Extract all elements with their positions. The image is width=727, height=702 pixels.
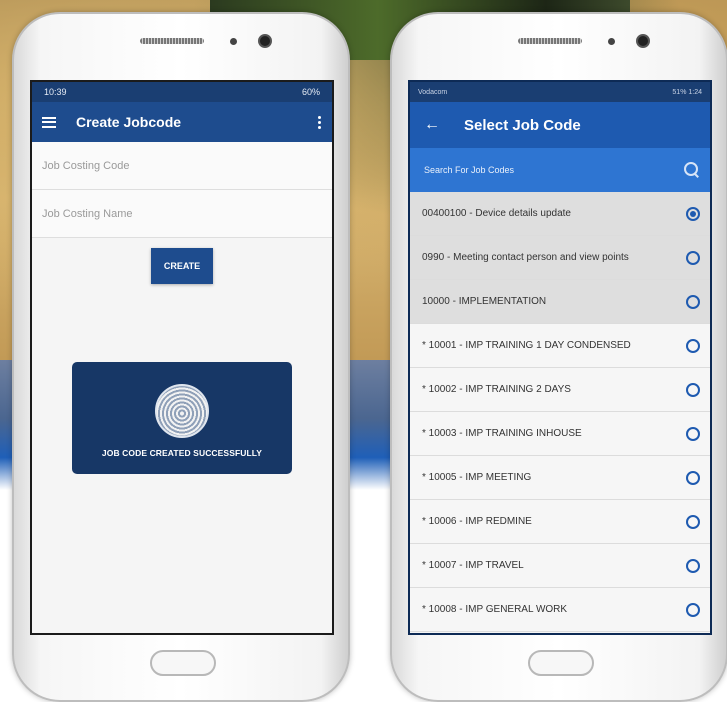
create-button[interactable]: CREATE (151, 248, 213, 284)
job-code-label: * 10003 - IMP TRAINING INHOUSE (422, 428, 582, 439)
status-bar: Vodacom 51% 1:24 (410, 82, 710, 102)
radio-unselected-icon[interactable] (686, 382, 700, 397)
job-code-row[interactable]: * 10006 - IMP REDMINE (410, 500, 710, 544)
search-icon[interactable] (684, 162, 700, 178)
speaker-grille (518, 38, 582, 44)
job-code-label: 0990 - Meeting contact person and view p… (422, 252, 629, 263)
job-code-label: * 10006 - IMP REDMINE (422, 516, 532, 527)
sensor-dot (230, 38, 237, 45)
job-costing-code-field (32, 142, 332, 190)
front-camera (636, 34, 650, 48)
status-battery: 60% (301, 87, 320, 97)
job-code-label: * 10008 - IMP GENERAL WORK (422, 604, 568, 615)
page-title: Create Jobcode (76, 114, 182, 130)
page-title: Select Job Code (464, 116, 581, 134)
radio-unselected-icon[interactable] (686, 470, 700, 485)
home-button[interactable] (150, 650, 216, 676)
job-code-label: * 10005 - IMP MEETING (422, 472, 532, 483)
fingerprint-icon (155, 384, 209, 438)
screen-create-jobcode: 10:39 60% Create Jobcode CREATE JOB CODE… (30, 80, 334, 635)
toast-message: JOB CODE CREATED SUCCESSFULLY (101, 448, 263, 458)
job-code-label: * 10002 - IMP TRAINING 2 DAYS (422, 384, 571, 395)
job-code-label: * 10001 - IMP TRAINING 1 DAY CONDENSED (422, 340, 631, 351)
radio-selected-icon[interactable] (686, 206, 700, 221)
radio-unselected-icon[interactable] (686, 294, 700, 309)
job-costing-code-input[interactable] (42, 159, 322, 172)
job-code-row[interactable]: * 10007 - IMP TRAVEL (410, 544, 710, 588)
job-code-label: 10000 - IMPLEMENTATION (422, 296, 547, 307)
create-button-wrap: CREATE (32, 248, 332, 284)
status-bar: 10:39 60% (32, 82, 332, 102)
radio-unselected-icon[interactable] (686, 426, 700, 441)
job-code-row[interactable]: 0990 - Meeting contact person and view p… (410, 236, 710, 280)
status-time: 10:39 (44, 87, 67, 97)
job-code-row[interactable]: * 10008 - IMP GENERAL WORK (410, 588, 710, 632)
front-camera (258, 34, 272, 48)
app-bar: Create Jobcode (32, 102, 332, 142)
hamburger-menu-icon[interactable] (42, 116, 56, 128)
status-carrier: Vodacom (418, 88, 448, 96)
job-code-label: 00400100 - Device details update (422, 208, 571, 219)
job-costing-name-field (32, 190, 332, 238)
radio-unselected-icon[interactable] (686, 602, 700, 617)
back-arrow-icon[interactable]: ← (424, 117, 440, 133)
speaker-grille (140, 38, 204, 44)
job-code-row[interactable]: 10000 - IMPLEMENTATION (410, 280, 710, 324)
job-code-list: 00400100 - Device details update 0990 - M… (410, 192, 710, 632)
job-code-row[interactable]: * 10005 - IMP MEETING (410, 456, 710, 500)
job-code-row[interactable]: * 10001 - IMP TRAINING 1 DAY CONDENSED (410, 324, 710, 368)
phone-left: 10:39 60% Create Jobcode CREATE JOB CODE… (12, 12, 350, 702)
home-button[interactable] (528, 650, 594, 676)
radio-unselected-icon[interactable] (686, 514, 700, 529)
success-toast: JOB CODE CREATED SUCCESSFULLY (72, 362, 292, 474)
phone-right: Vodacom 51% 1:24 ← Select Job Code 00400… (390, 12, 727, 702)
job-code-row[interactable]: 00400100 - Device details update (410, 192, 710, 236)
job-code-row[interactable]: * 10003 - IMP TRAINING INHOUSE (410, 412, 710, 456)
radio-unselected-icon[interactable] (686, 558, 700, 573)
search-bar (410, 148, 710, 192)
search-input[interactable] (424, 165, 684, 175)
app-bar: ← Select Job Code (410, 102, 710, 148)
sensor-dot (608, 38, 615, 45)
status-battery-time: 51% 1:24 (672, 88, 702, 96)
radio-unselected-icon[interactable] (686, 338, 700, 353)
job-costing-name-input[interactable] (42, 207, 322, 220)
job-code-label: * 10007 - IMP TRAVEL (422, 560, 524, 571)
radio-unselected-icon[interactable] (686, 250, 700, 265)
overflow-menu-icon[interactable] (318, 115, 322, 129)
job-code-row[interactable]: * 10002 - IMP TRAINING 2 DAYS (410, 368, 710, 412)
screen-select-job-code: Vodacom 51% 1:24 ← Select Job Code 00400… (408, 80, 712, 635)
